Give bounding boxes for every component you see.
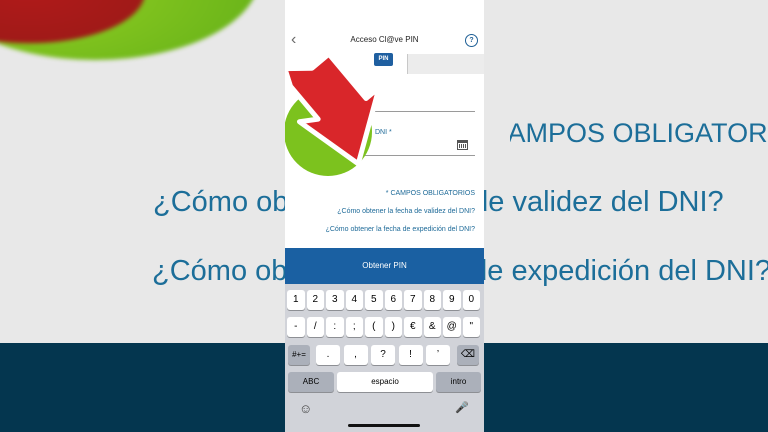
key-delete[interactable]: ⌫ <box>457 345 479 365</box>
phone-screen: ‹ Acceso Cl@ve PIN ? PIN DNI DNI * * CAM… <box>285 0 484 432</box>
key-symbol-9[interactable]: " <box>462 317 480 337</box>
key-punct-0[interactable]: . <box>316 345 340 365</box>
tab-divider <box>407 54 408 74</box>
key-digit-3[interactable]: 4 <box>345 290 363 310</box>
key-digit-9[interactable]: 0 <box>462 290 480 310</box>
key-punct-2[interactable]: ? <box>371 345 395 365</box>
tab-bar: PIN <box>285 53 484 74</box>
home-indicator <box>348 424 420 427</box>
key-symbol-6[interactable]: € <box>404 317 422 337</box>
microphone-icon[interactable]: 🎤 <box>455 401 469 414</box>
date-field[interactable] <box>293 155 475 156</box>
key-digit-1[interactable]: 2 <box>306 290 324 310</box>
key-digit-8[interactable]: 9 <box>443 290 461 310</box>
green-circle-icon <box>285 88 372 176</box>
obtain-pin-button[interactable]: Obtener PIN <box>285 248 484 284</box>
key-symbol-3[interactable]: ; <box>345 317 363 337</box>
numeric-keyboard: 1234567890 - /:;() € & @ " #+= .,?!’ ⌫ ABC es… <box>285 284 484 432</box>
key-punct-3[interactable]: ! <box>398 345 423 365</box>
page-title: Acceso Cl@ve PIN <box>350 35 419 44</box>
key-symbol-2[interactable]: : <box>326 317 344 337</box>
key-punct-1[interactable]: , <box>343 345 368 365</box>
key-symbol-7[interactable]: & <box>423 317 441 337</box>
key-return[interactable]: intro <box>436 372 481 392</box>
navigation-bar: ‹ Acceso Cl@ve PIN ? <box>285 28 484 54</box>
required-fields-note: * CAMPOS OBLIGATORIOS <box>385 190 475 197</box>
key-symbols-mode[interactable]: #+= <box>288 345 310 365</box>
key-digit-6[interactable]: 7 <box>404 290 422 310</box>
key-digit-4[interactable]: 5 <box>365 290 383 310</box>
key-symbol-1[interactable]: / <box>306 317 324 337</box>
emoji-icon[interactable]: ☺ <box>299 401 312 416</box>
pin-badge-icon: PIN <box>374 53 393 66</box>
key-digit-2[interactable]: 3 <box>326 290 344 310</box>
key-symbol-5[interactable]: ) <box>384 317 402 337</box>
issue-date-link[interactable]: ¿Cómo obtener la fecha de expedición del… <box>326 226 475 233</box>
dni-field[interactable] <box>293 111 475 112</box>
key-digit-5[interactable]: 6 <box>384 290 402 310</box>
validity-date-link[interactable]: ¿Cómo obtener la fecha de validez del DN… <box>337 208 475 215</box>
dni-field-label: DNI <box>293 86 306 93</box>
key-digit-0[interactable]: 1 <box>287 290 305 310</box>
date-field-label: DNI * <box>375 129 392 136</box>
key-punct-4[interactable]: ’ <box>426 345 450 365</box>
background-text-required: * CAMPOS OBLIGATORIOS <box>488 118 768 148</box>
key-space[interactable]: espacio <box>337 372 433 392</box>
calendar-icon[interactable] <box>457 140 468 150</box>
key-digit-7[interactable]: 8 <box>423 290 441 310</box>
key-symbol-4[interactable]: ( <box>365 317 383 337</box>
key-abc[interactable]: ABC <box>288 372 334 392</box>
tab-pin[interactable]: PIN <box>285 53 407 74</box>
key-symbol-8[interactable]: @ <box>443 317 461 337</box>
help-icon[interactable]: ? <box>465 34 478 47</box>
key-symbol-0[interactable]: - <box>287 317 305 337</box>
